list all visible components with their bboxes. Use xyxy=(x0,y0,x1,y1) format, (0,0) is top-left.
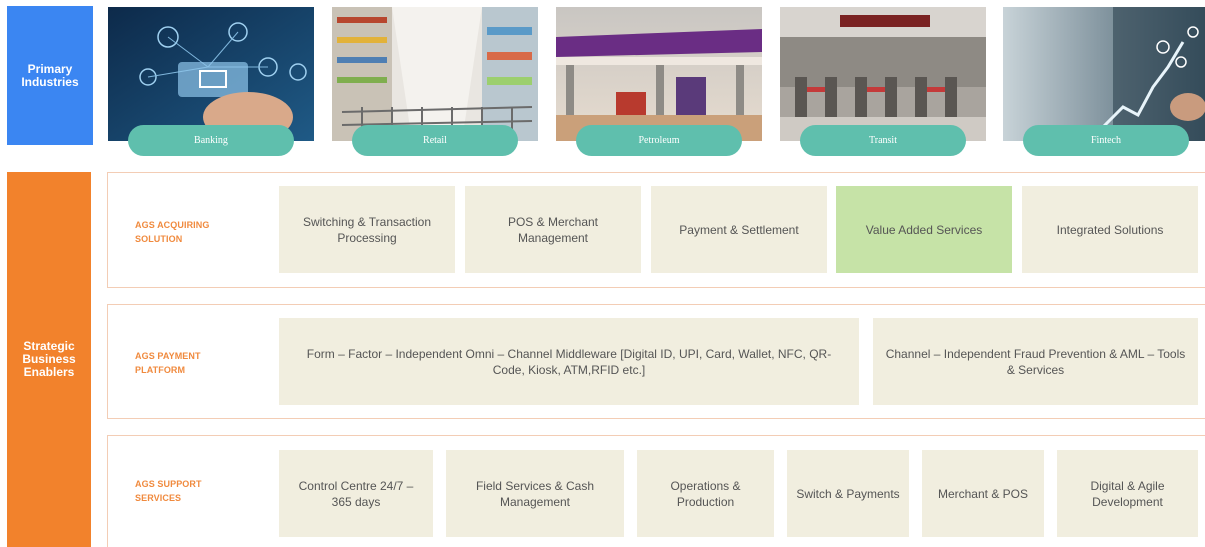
industry-pill-fintech[interactable]: Fintech xyxy=(1023,125,1189,156)
retail-image xyxy=(332,7,538,141)
acquiring-box-integrated: Integrated Solutions xyxy=(1022,186,1198,273)
primary-industries-label: Primary Industries xyxy=(7,6,93,145)
acquiring-box-payment-settlement: Payment & Settlement xyxy=(651,186,827,273)
transit-image xyxy=(780,7,986,141)
acquiring-box-value-added: Value Added Services xyxy=(836,186,1012,273)
acquiring-box-pos-merchant: POS & Merchant Management xyxy=(465,186,641,273)
industry-banking: Banking xyxy=(108,7,314,157)
acquiring-panel: AGS ACQUIRING SOLUTION Switching & Trans… xyxy=(107,172,1205,288)
petroleum-image xyxy=(556,7,762,141)
support-box-switch-payments: Switch & Payments xyxy=(787,450,909,537)
support-box-digital-agile: Digital & Agile Development xyxy=(1057,450,1198,537)
acquiring-box-switching: Switching & Transaction Processing xyxy=(279,186,455,273)
industry-pill-banking[interactable]: Banking xyxy=(128,125,294,156)
support-box-control-centre: Control Centre 24/7 – 365 days xyxy=(279,450,433,537)
support-panel: AGS SUPPORT SERVICES Control Centre 24/7… xyxy=(107,435,1205,547)
industry-retail: Retail xyxy=(332,7,538,157)
support-box-operations: Operations & Production xyxy=(637,450,774,537)
strategic-business-enablers-label: Strategic Business Enablers xyxy=(7,172,91,547)
support-label: AGS SUPPORT SERVICES xyxy=(135,479,202,503)
support-box-field-services: Field Services & Cash Management xyxy=(446,450,624,537)
primary-industries-text: Primary Industries xyxy=(21,61,79,89)
industry-fintech: Fintech xyxy=(1003,7,1205,157)
industry-transit: Transit xyxy=(780,7,986,157)
industry-petroleum: Petroleum xyxy=(556,7,762,157)
payment-panel: AGS PAYMENT PLATFORM Form – Factor – Ind… xyxy=(107,304,1205,419)
payment-box-fraud-prevention: Channel – Independent Fraud Prevention &… xyxy=(873,318,1198,405)
acquiring-label: AGS ACQUIRING SOLUTION xyxy=(135,220,210,244)
industry-pill-petroleum[interactable]: Petroleum xyxy=(576,125,742,156)
payment-box-omni-channel: Form – Factor – Independent Omni – Chann… xyxy=(279,318,859,405)
support-box-merchant-pos: Merchant & POS xyxy=(922,450,1044,537)
fintech-image xyxy=(1003,7,1205,141)
industry-pill-transit[interactable]: Transit xyxy=(800,125,966,156)
payment-label: AGS PAYMENT PLATFORM xyxy=(135,351,201,375)
industry-pill-retail[interactable]: Retail xyxy=(352,125,518,156)
banking-image xyxy=(108,7,314,141)
strategic-business-enablers-text: Strategic Business Enablers xyxy=(22,339,76,379)
